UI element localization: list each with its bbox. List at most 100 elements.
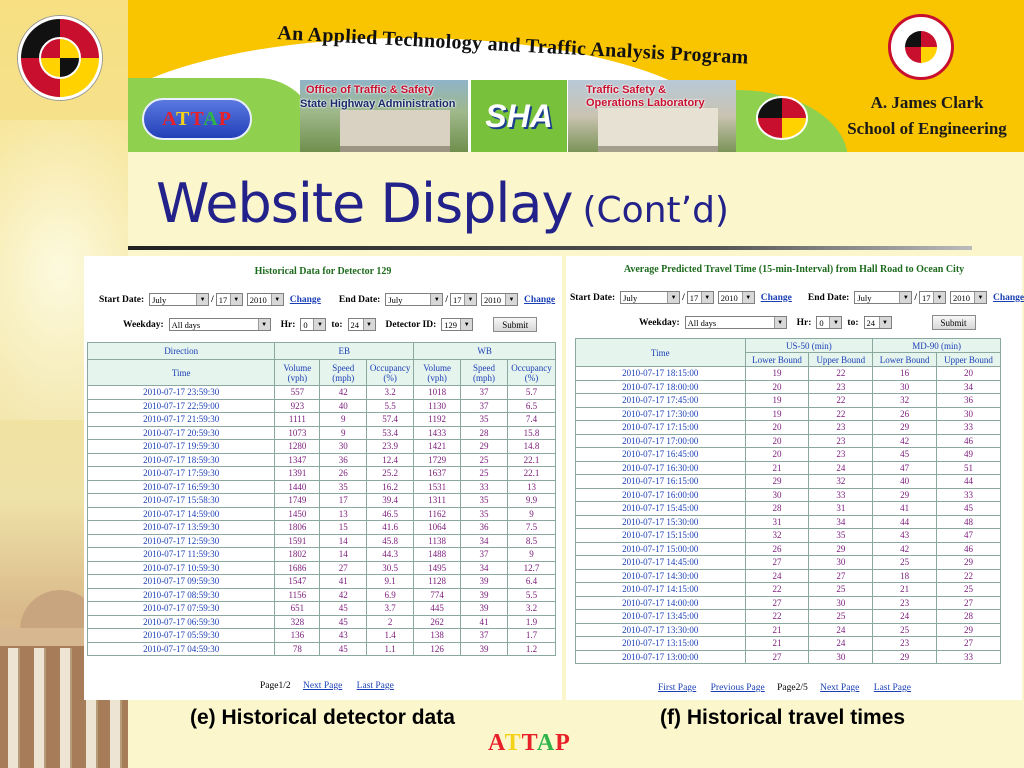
end-change-link[interactable]: Change — [993, 293, 1024, 303]
end-day-select[interactable]: 17 ▼ — [918, 291, 946, 304]
attap-logo[interactable]: ATTAP — [142, 98, 252, 140]
table-row: 2010-07-17 18:59:30 1347 36 12.4 1729 25 22.1 — [86, 452, 557, 467]
table-row: 2010-07-17 17:30:00 19 22 26 30 — [575, 406, 1001, 421]
submit-button[interactable]: Submit — [493, 317, 538, 332]
value-cell: 16.2 — [366, 479, 415, 494]
table-row: 2010-07-17 15:00:00 26 29 42 46 — [575, 541, 1001, 556]
last-page-link[interactable]: Last Page — [874, 683, 911, 693]
time-cell: 2010-07-17 17:59:30 — [86, 466, 276, 481]
value-cell: 37 — [460, 398, 508, 413]
start-day-select[interactable]: 17 ▼ — [686, 291, 714, 304]
detector-data-table: Direction EB WB Time Volume (vph) Speed … — [86, 342, 557, 656]
time-cell: 2010-07-17 15:30:00 — [575, 514, 746, 529]
value-cell: 20 — [936, 366, 1001, 381]
detector-panel-title: Historical Data for Detector 129 — [254, 266, 392, 277]
us50-lower-header: Lower Bound — [744, 352, 810, 367]
value-cell: 25 — [808, 582, 874, 597]
value-cell: 41 — [872, 501, 938, 516]
end-day-select[interactable]: 17 ▼ — [449, 293, 477, 306]
travel-pager: First Page Previous Page Page2/5 Next Pa… — [654, 683, 915, 693]
table-row: 2010-07-17 07:59:30 651 45 3.7 445 39 3.2 — [86, 601, 557, 616]
hour-to-select[interactable]: 24 ▼ — [347, 318, 376, 331]
value-cell: 6.4 — [506, 574, 557, 589]
first-page-link[interactable]: First Page — [658, 683, 696, 693]
chevron-down-icon: ▼ — [504, 294, 517, 305]
value-cell: 29 — [744, 474, 810, 489]
eb-header: EB — [274, 342, 415, 360]
value-cell: 47 — [872, 460, 938, 475]
end-year-select[interactable]: 2010 ▼ — [949, 291, 987, 304]
value-cell: 30 — [744, 487, 810, 502]
end-month-select[interactable]: July ▼ — [385, 293, 444, 306]
time-cell: 2010-07-17 23:59:30 — [86, 385, 276, 400]
start-change-link[interactable]: Change — [290, 295, 321, 305]
time-cell: 2010-07-17 14:00:00 — [575, 595, 746, 610]
end-change-link[interactable]: Change — [524, 295, 555, 305]
time-header: Time — [86, 359, 276, 386]
value-cell: 46.5 — [366, 506, 415, 521]
value-cell: 46 — [936, 433, 1001, 448]
next-page-link[interactable]: Next Page — [820, 683, 859, 693]
last-page-link[interactable]: Last Page — [357, 681, 394, 691]
value-cell: 45 — [936, 501, 1001, 516]
school-name: A. James Clark School of Engineering — [847, 93, 1007, 138]
next-page-link[interactable]: Next Page — [303, 681, 342, 691]
value-cell: 7.4 — [506, 412, 557, 427]
value-cell: 23 — [872, 636, 938, 651]
weekday-select[interactable]: All days ▼ — [168, 318, 271, 331]
value-cell: 40 — [872, 474, 938, 489]
hour-from-select[interactable]: 0 ▼ — [300, 318, 327, 331]
value-cell: 20 — [744, 433, 810, 448]
table-row: 2010-07-17 13:59:30 1806 15 41.6 1064 36 7.5 — [86, 520, 557, 535]
start-year-select[interactable]: 2010 ▼ — [246, 293, 284, 306]
start-year-select[interactable]: 2010 ▼ — [717, 291, 755, 304]
us50-upper-header: Upper Bound — [808, 352, 874, 367]
right-caption: (f) Historical travel times — [660, 706, 906, 729]
value-cell: 19 — [744, 366, 810, 381]
chevron-down-icon: ▼ — [257, 319, 270, 330]
time-cell: 2010-07-17 18:59:30 — [86, 452, 276, 467]
value-cell: 21 — [872, 582, 938, 597]
hour-to-select[interactable]: 24 ▼ — [863, 316, 892, 329]
office-caption: Office of Traffic & Safety — [306, 84, 434, 96]
value-cell: 14 — [319, 547, 368, 562]
start-month-select[interactable]: July ▼ — [620, 291, 681, 304]
weekday-select[interactable]: All days ▼ — [684, 316, 787, 329]
value-cell: 1686 — [274, 560, 321, 575]
start-day-select[interactable]: 17 ▼ — [215, 293, 243, 306]
value-cell: 24 — [808, 636, 874, 651]
end-year-select[interactable]: 2010 ▼ — [480, 293, 518, 306]
value-cell: 23 — [808, 433, 874, 448]
value-cell: 1073 — [274, 425, 321, 440]
eb-occupancy-header: Occupancy (%) — [366, 359, 415, 386]
value-cell: 34 — [808, 514, 874, 529]
start-month-select[interactable]: July ▼ — [149, 293, 210, 306]
table-row: 2010-07-17 10:59:30 1686 27 30.5 1495 34 12.7 — [86, 560, 557, 575]
value-cell: 29 — [872, 649, 938, 664]
value-cell: 22 — [808, 393, 874, 408]
previous-page-link[interactable]: Previous Page — [711, 683, 765, 693]
value-cell: 24 — [808, 460, 874, 475]
time-cell: 2010-07-17 18:00:00 — [575, 379, 746, 394]
table-row: 2010-07-17 16:59:30 1440 35 16.2 1531 33 13 — [86, 479, 557, 494]
value-cell: 30 — [319, 439, 368, 454]
time-cell: 2010-07-17 15:00:00 — [575, 541, 746, 556]
value-cell: 37 — [460, 547, 508, 562]
value-cell: 37 — [460, 385, 508, 400]
submit-button[interactable]: Submit — [931, 315, 976, 330]
value-cell: 26 — [744, 541, 810, 556]
value-cell: 51 — [936, 460, 1001, 475]
hour-from-select[interactable]: 0 ▼ — [816, 316, 843, 329]
table-row: 2010-07-17 17:59:30 1391 26 25.2 1637 25 22.1 — [86, 466, 557, 481]
end-month-select[interactable]: July ▼ — [854, 291, 913, 304]
detector-id-select[interactable]: 129 ▼ — [441, 318, 474, 331]
lab-caption: Traffic Safety & Operations Laboratory — [586, 84, 705, 109]
table-row: 2010-07-17 17:45:00 19 22 32 36 — [575, 393, 1001, 408]
value-cell: 1637 — [413, 466, 462, 481]
start-change-link[interactable]: Change — [761, 293, 792, 303]
value-cell: 35 — [319, 479, 368, 494]
value-cell: 53.4 — [366, 425, 415, 440]
value-cell: 35 — [460, 506, 508, 521]
chevron-down-icon: ▼ — [229, 294, 242, 305]
logo-letter: P — [218, 107, 232, 130]
